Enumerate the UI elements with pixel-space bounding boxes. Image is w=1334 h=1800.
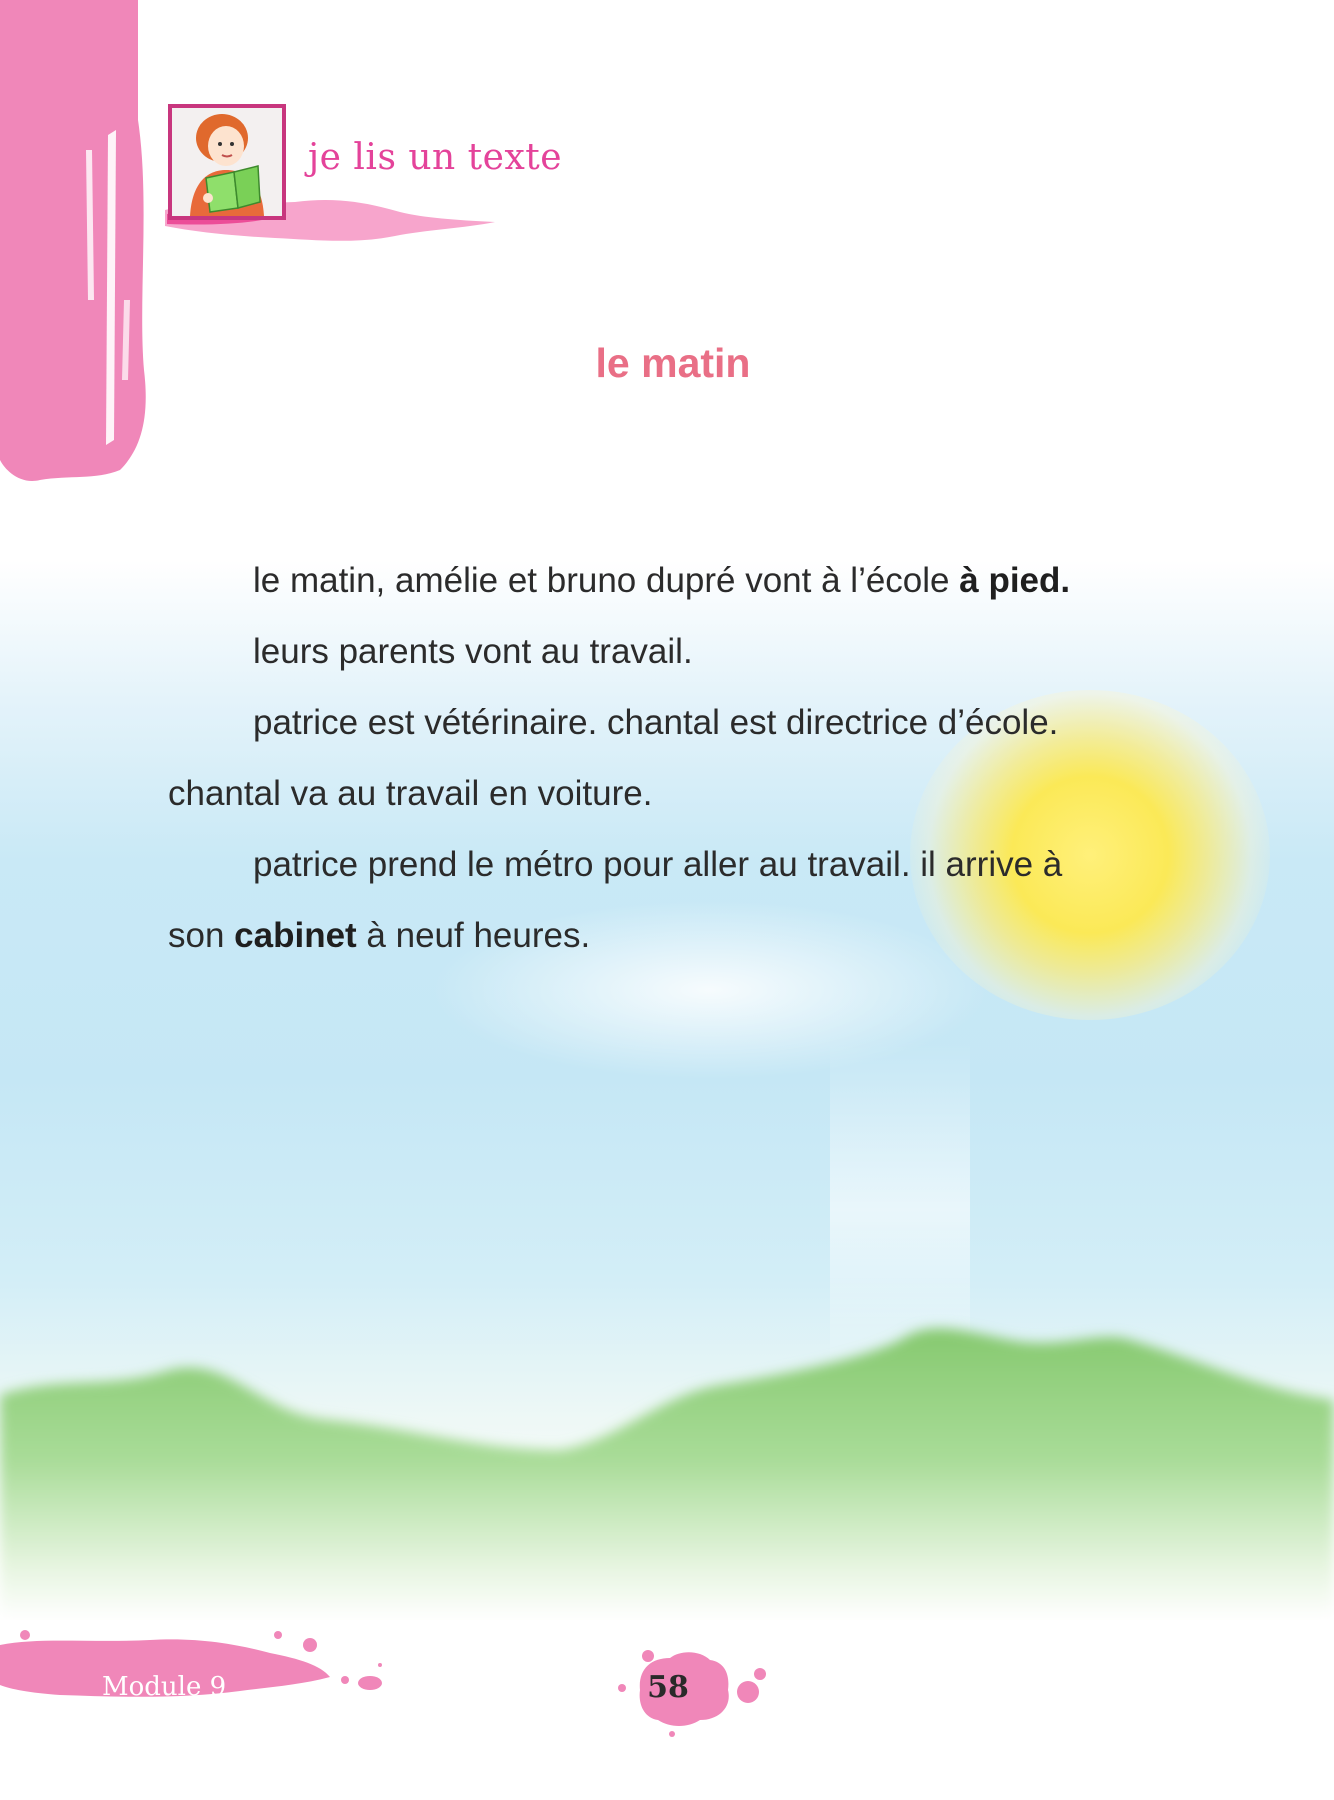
text-run: le matin, amélie et bruno dupré vont à l… [253, 561, 960, 600]
green-hills-illustration [0, 1328, 1334, 1620]
paragraph-4-line-1: patrice prend le métro pour aller au tra… [253, 845, 1063, 884]
module-label: Module 9 [102, 1672, 227, 1702]
paragraph-1: le matin, amélie et bruno dupré vont à l… [168, 545, 1178, 616]
paragraph-2: leurs parents vont au travail. [253, 632, 693, 671]
page-number: 58 [647, 1670, 689, 1705]
text-run: son [168, 916, 235, 955]
page-title: le matin [595, 340, 751, 386]
paragraph-3-line-2: chantal va au travail en voiture. [168, 774, 653, 813]
header-illustration-frame [168, 104, 286, 220]
bold-word: à pied. [959, 561, 1071, 600]
pink-side-bar [0, 0, 146, 481]
paragraph-3-line-1: patrice est vétérinaire. chantal est dir… [253, 703, 1059, 742]
section-label: je lis un texte [308, 137, 563, 178]
reading-text: le matin, amélie et bruno dupré vont à l… [168, 545, 1178, 971]
bold-word: cabinet [234, 916, 357, 955]
paragraph-4-line-2: son cabinet à neuf heures. [168, 900, 1178, 971]
text-run: à neuf heures. [356, 916, 591, 955]
girl-reading-book-icon [172, 108, 282, 216]
